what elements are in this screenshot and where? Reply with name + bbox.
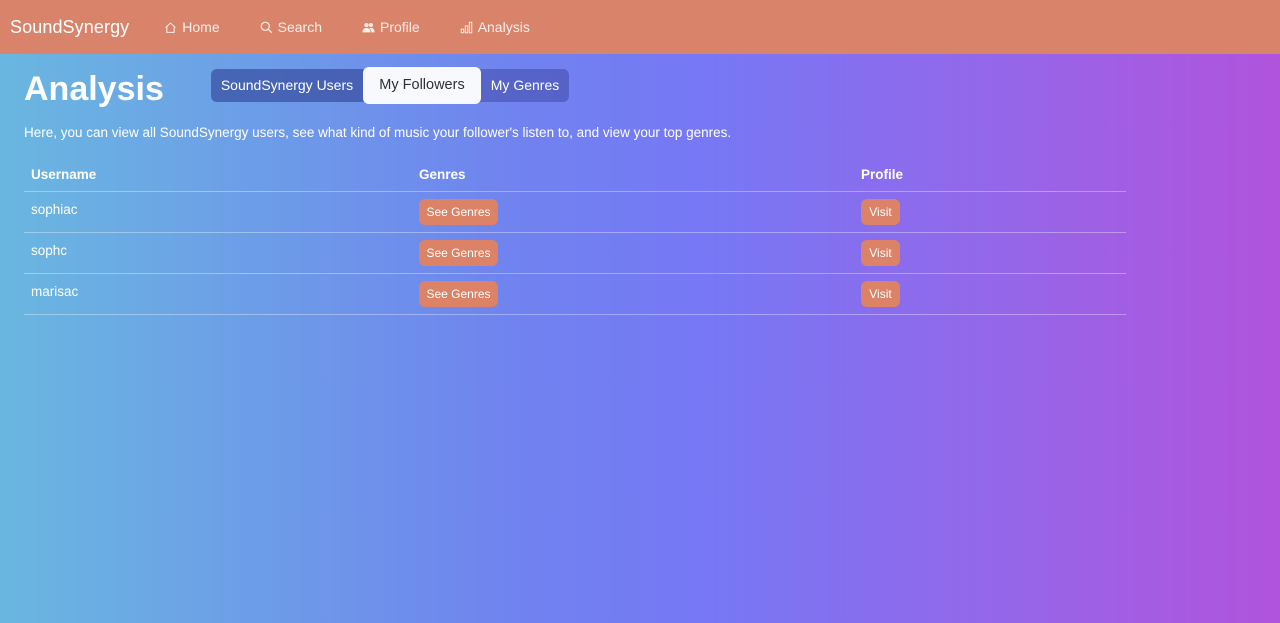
header-username: Username: [31, 167, 97, 182]
username-cell: marisac: [31, 284, 79, 299]
visit-button[interactable]: Visit: [861, 199, 900, 225]
page-title: Analysis: [24, 70, 164, 108]
tab-my-genres[interactable]: My Genres: [481, 69, 569, 102]
see-genres-button[interactable]: See Genres: [419, 199, 498, 225]
table-row: sophiac See Genres Visit: [24, 192, 1126, 233]
nav-search-label: Search: [277, 19, 322, 35]
see-genres-button[interactable]: See Genres: [419, 281, 498, 307]
nav-home[interactable]: Home: [164, 19, 220, 35]
house-icon: [165, 21, 177, 33]
page-description: Here, you can view all SoundSynergy user…: [24, 125, 732, 140]
top-navbar: SoundSynergy Home Search Profile Analysi…: [0, 0, 1280, 54]
nav-analysis-label: Analysis: [477, 19, 530, 35]
search-icon: [260, 21, 272, 33]
people-icon: [362, 22, 375, 32]
tab-my-followers[interactable]: My Followers: [363, 67, 481, 104]
nav-home-label: Home: [182, 19, 220, 35]
followers-table: Username Genres Profile sophiac See Genr…: [24, 158, 1126, 315]
nav-profile-label: Profile: [380, 19, 420, 35]
bar-chart-icon: [460, 21, 472, 33]
see-genres-button[interactable]: See Genres: [419, 240, 498, 266]
username-cell: sophc: [31, 243, 68, 258]
table-row: sophc See Genres Visit: [24, 233, 1126, 274]
brand-logo[interactable]: SoundSynergy: [10, 17, 129, 38]
analysis-tabs: SoundSynergy Users My Genres My Follower…: [211, 67, 569, 104]
header-profile: Profile: [861, 167, 904, 182]
tab-soundsynergy-users[interactable]: SoundSynergy Users: [211, 69, 363, 102]
nav-search[interactable]: Search: [260, 19, 322, 35]
table-row: marisac See Genres Visit: [24, 274, 1126, 315]
header-genres: Genres: [419, 167, 466, 182]
visit-button[interactable]: Visit: [861, 281, 900, 307]
visit-button[interactable]: Visit: [861, 240, 900, 266]
nav-profile[interactable]: Profile: [362, 19, 420, 35]
username-cell: sophiac: [31, 202, 78, 217]
table-header-row: Username Genres Profile: [24, 158, 1126, 192]
nav-analysis[interactable]: Analysis: [460, 19, 530, 35]
